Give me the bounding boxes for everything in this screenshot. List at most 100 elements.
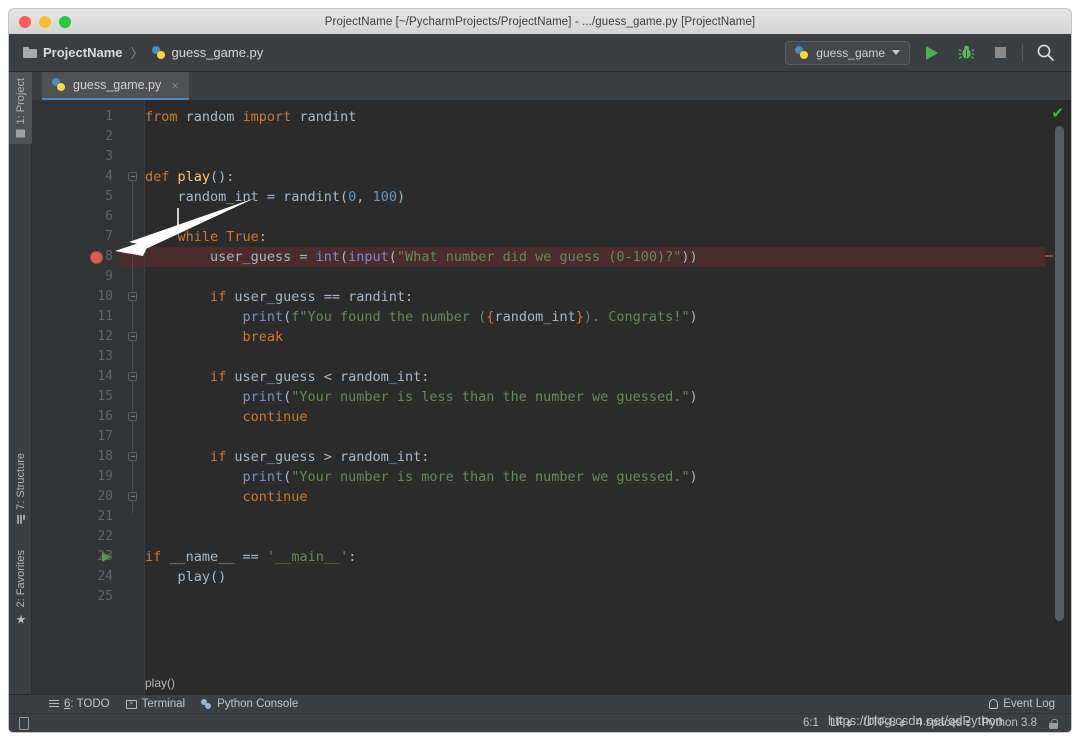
line-number: 17 — [97, 429, 113, 444]
breakpoint-marker[interactable] — [90, 250, 103, 264]
status-bar: 6:1 LF UTF-8 4 spaces Python 3.8 — [9, 713, 1071, 732]
search-icon — [1037, 44, 1054, 61]
code-line[interactable]: continue — [242, 407, 307, 427]
code-line[interactable]: print("Your number is less than the numb… — [242, 387, 697, 407]
event-log-button[interactable]: Event Log — [989, 698, 1055, 710]
code-line[interactable]: from random import randint — [145, 107, 356, 127]
python-icon — [795, 45, 809, 60]
line-number: 1 — [105, 109, 113, 124]
line-number: 14 — [97, 369, 113, 384]
bottom-item-terminal[interactable]: > Terminal — [125, 698, 186, 710]
line-number: 2 — [105, 129, 113, 144]
code-line[interactable]: break — [242, 327, 283, 347]
editor-scrollbar[interactable]: ✔ — [1045, 100, 1071, 694]
code-line[interactable]: continue — [242, 487, 307, 507]
interpreter-selector[interactable]: Python 3.8 — [982, 717, 1037, 729]
line-number: 13 — [97, 349, 113, 364]
fold-toggle-icon[interactable] — [128, 372, 137, 381]
indent-label: 4 spaces — [915, 717, 963, 729]
python-icon — [201, 698, 212, 710]
breadcrumb-item-file[interactable]: guess_game.py — [151, 45, 264, 60]
fold-toggle-icon[interactable] — [128, 292, 137, 301]
line-number: 4 — [105, 169, 113, 184]
encoding-selector[interactable]: UTF-8 — [863, 717, 905, 729]
scrollbar-thumb[interactable] — [1055, 126, 1064, 621]
navigation-toolbar: ProjectName 〉 guess_game.py guess_game — [9, 34, 1071, 72]
code-line[interactable]: play() — [177, 567, 226, 587]
code-line[interactable]: if user_guess < random_int: — [210, 367, 429, 387]
line-number: 16 — [97, 409, 113, 424]
code-text-area[interactable]: from random import randint def play(): ran… — [145, 100, 1045, 694]
breadcrumb-item-project[interactable]: ProjectName — [23, 45, 122, 60]
error-stripe-marker[interactable] — [1045, 255, 1053, 257]
encoding-label: UTF-8 — [863, 717, 896, 729]
chevron-updown-icon — [846, 719, 853, 727]
line-number: 21 — [97, 509, 113, 524]
line-separator-selector[interactable]: LF — [829, 717, 853, 729]
bell-icon — [989, 699, 999, 709]
bottom-item-label-terminal: Terminal — [141, 698, 186, 710]
line-number: 15 — [97, 389, 113, 404]
stop-button[interactable] — [988, 41, 1012, 65]
code-line[interactable]: def play(): — [145, 167, 234, 187]
fold-toggle-icon[interactable] — [128, 332, 137, 341]
line-number: 23 — [97, 549, 113, 564]
fold-toggle-icon[interactable] — [128, 412, 137, 421]
editor-tab-guess-game[interactable]: guess_game.py × — [42, 72, 189, 100]
chevron-down-icon — [892, 50, 900, 55]
editor-gutter[interactable]: 1 2 3 4 5 6 7 8 9 10 11 12 13 14 15 16 17 18 19 20 21 22 23 24 2… — [32, 100, 121, 694]
line-number: 18 — [97, 449, 113, 464]
code-line[interactable]: if user_guess == randint: — [210, 287, 413, 307]
line-number: 25 — [97, 589, 113, 604]
run-line-marker[interactable] — [102, 551, 111, 562]
code-line[interactable]: if __name__ == '__main__': — [145, 547, 356, 567]
caret-position[interactable]: 6:1 — [803, 717, 819, 729]
debug-button[interactable] — [954, 41, 978, 65]
status-bar-right: 6:1 LF UTF-8 4 spaces Python 3.8 — [803, 717, 1059, 729]
fold-toggle-icon[interactable] — [128, 172, 137, 181]
toolbar-divider — [1022, 44, 1023, 61]
breadcrumb-label-file: guess_game.py — [171, 45, 264, 60]
line-number: 24 — [97, 569, 113, 584]
inspection-ok-icon[interactable]: ✔ — [1051, 104, 1064, 122]
python-file-icon — [151, 45, 166, 60]
chevron-updown-icon — [965, 719, 972, 727]
editor-tab-bar: guess_game.py × — [32, 72, 1071, 100]
folder-icon — [23, 47, 37, 58]
bottom-item-python-console[interactable]: Python Console — [201, 698, 298, 710]
lock-icon[interactable] — [1048, 718, 1059, 729]
line-number: 22 — [97, 529, 113, 544]
run-button[interactable] — [920, 41, 944, 65]
line-separator-label: LF — [829, 717, 844, 729]
line-number: 6 — [105, 209, 113, 224]
code-line[interactable]: print("Your number is more than the numb… — [242, 467, 697, 487]
line-number: 5 — [105, 189, 113, 204]
code-line[interactable]: user_guess = int(input("What number did … — [210, 247, 698, 267]
bottom-item-todo[interactable]: 6: TODO — [49, 698, 110, 710]
bottom-item-label-todo: 6: TODO — [64, 698, 110, 710]
fold-guide-line — [132, 173, 133, 513]
code-line[interactable]: print(f"You found the number ({random_in… — [242, 307, 697, 327]
code-fold-strip[interactable] — [121, 100, 145, 694]
tool-window-toggle[interactable] — [19, 716, 29, 730]
code-line[interactable]: random_int = randint(0, 100) — [177, 187, 405, 207]
text-caret — [177, 208, 180, 225]
fold-toggle-icon[interactable] — [128, 452, 137, 461]
window-title: ProjectName [~/PycharmProjects/ProjectNa… — [324, 15, 756, 28]
line-number: 7 — [105, 229, 113, 244]
line-number: 9 — [105, 269, 113, 284]
terminal-icon: > — [125, 699, 137, 709]
editor-breadcrumb-play[interactable]: play() — [145, 676, 175, 690]
todo-list-icon — [49, 699, 59, 709]
fold-toggle-icon[interactable] — [128, 492, 137, 501]
code-editor[interactable]: 1 2 3 4 5 6 7 8 9 10 11 12 13 14 15 16 17 18 19 20 21 22 23 24 2… — [32, 100, 1071, 694]
line-number: 11 — [97, 309, 113, 324]
line-number: 10 — [97, 289, 113, 304]
code-line[interactable]: while True: — [177, 227, 266, 247]
star-icon: ★ — [13, 612, 28, 627]
code-line[interactable]: if user_guess > random_int: — [210, 447, 429, 467]
indent-selector[interactable]: 4 spaces — [915, 717, 972, 729]
close-icon[interactable]: × — [171, 79, 179, 92]
search-button[interactable] — [1033, 41, 1057, 65]
run-configuration-selector[interactable]: guess_game — [785, 40, 910, 65]
